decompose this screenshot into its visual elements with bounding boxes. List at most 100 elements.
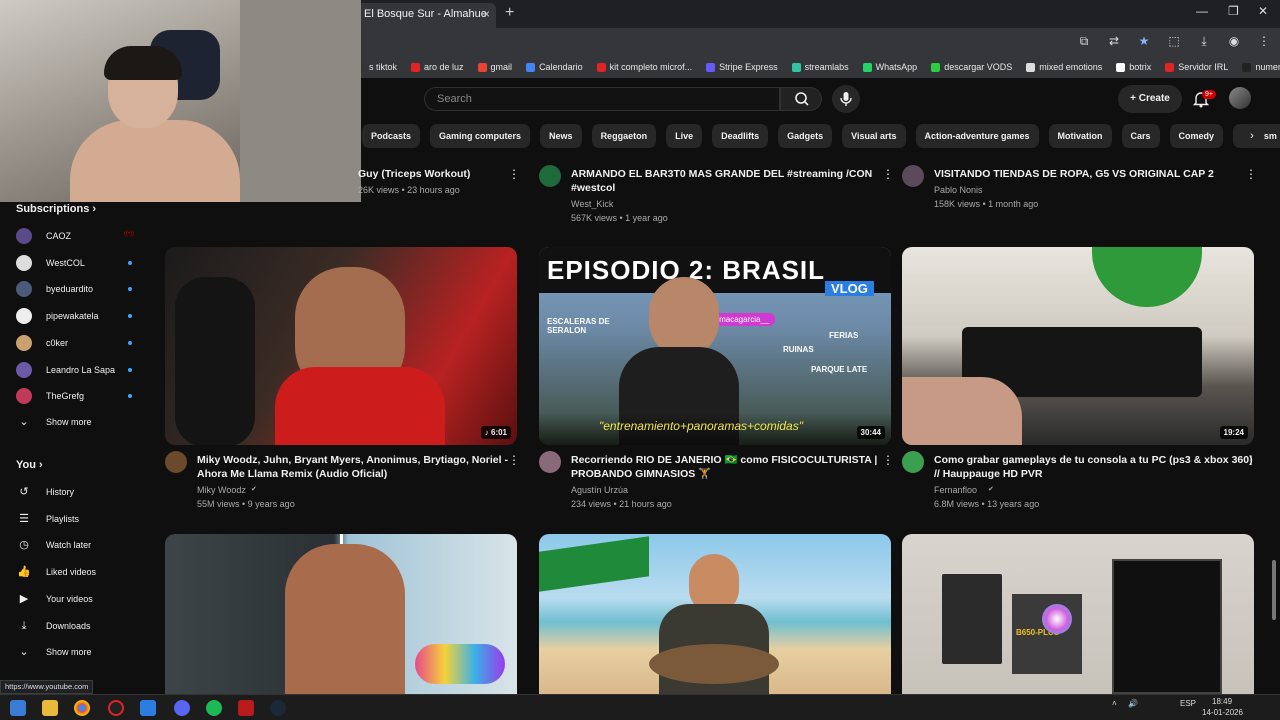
sidebar-item[interactable]: ☰ Playlists: [16, 509, 136, 529]
video-title[interactable]: Miky Woodz, Juhn, Bryant Myers, Anonimus…: [197, 453, 508, 467]
volume-icon[interactable]: 🔊: [1128, 699, 1138, 708]
you-header[interactable]: You ›: [16, 459, 43, 471]
language-indicator[interactable]: ESP: [1180, 699, 1196, 708]
translate-icon[interactable]: ⇄: [1106, 34, 1122, 50]
minimize-icon[interactable]: —: [1196, 4, 1208, 18]
chip[interactable]: Visual arts: [842, 124, 906, 148]
video-title-line-2[interactable]: // Hauppauge HD PVR: [934, 467, 1043, 481]
chip[interactable]: Cars: [1121, 124, 1160, 148]
video-title[interactable]: VISITANDO TIENDAS DE ROPA, G5 VS ORIGINA…: [934, 167, 1214, 181]
clock-date[interactable]: 14-01-2026: [1202, 708, 1243, 717]
page-scrollbar[interactable]: [1272, 560, 1276, 620]
subscription-item[interactable]: TheGrefg: [16, 386, 136, 406]
discord-icon[interactable]: [174, 700, 190, 716]
new-tab-button[interactable]: +: [505, 3, 514, 23]
channel-avatar[interactable]: [902, 165, 924, 187]
subscription-item[interactable]: CAOZ: [16, 226, 136, 246]
tab-close-icon[interactable]: ×: [483, 3, 490, 25]
bookmark-item[interactable]: WhatsApp: [862, 62, 917, 72]
download-icon[interactable]: ⤓: [1196, 34, 1212, 50]
channel-name[interactable]: Fernanfloo: [934, 483, 977, 497]
search-input[interactable]: Search: [424, 87, 780, 111]
channel-avatar[interactable]: [539, 451, 561, 473]
search-button[interactable]: [780, 87, 822, 111]
close-window-icon[interactable]: ✕: [1258, 4, 1268, 18]
more-actions-icon[interactable]: ⋮: [508, 453, 520, 467]
channel-avatar[interactable]: [165, 451, 187, 473]
sidebar-item[interactable]: ↺ History: [16, 482, 136, 502]
sidebar-item[interactable]: ⤓ Downloads: [16, 616, 136, 636]
channel-name[interactable]: Miky Woodz: [197, 483, 246, 497]
maximize-icon[interactable]: ❐: [1228, 4, 1239, 18]
video-title[interactable]: ARMANDO EL BAR3T0 MAS GRANDE DEL #stream…: [571, 167, 872, 181]
video-title[interactable]: Guy (Triceps Workout): [358, 167, 470, 181]
video-title-line-2[interactable]: Ahora Me Llama Remix (Audio Oficial): [197, 467, 387, 481]
bookmark-item[interactable]: gmail: [477, 62, 512, 72]
chip[interactable]: Motivation: [1048, 124, 1112, 148]
bookmark-item[interactable]: Servidor IRL: [1165, 62, 1228, 72]
subscription-item[interactable]: c0ker: [16, 333, 136, 353]
show-more-subscriptions[interactable]: ⌄ Show more: [16, 412, 136, 432]
chips-next-button[interactable]: ›: [1240, 124, 1264, 148]
account-avatar[interactable]: [1229, 87, 1251, 109]
bookmark-item[interactable]: aro de luz: [411, 62, 464, 72]
subscription-item[interactable]: WestCOL: [16, 253, 136, 273]
video-thumbnail[interactable]: ♪ 6:01: [165, 247, 517, 445]
spotify-icon[interactable]: [206, 700, 222, 716]
chip[interactable]: Live: [666, 124, 703, 148]
tray-chevron-icon[interactable]: ˄: [1112, 699, 1117, 708]
video-title[interactable]: Como grabar gameplays de tu consola a tu…: [934, 453, 1253, 467]
more-actions-icon[interactable]: ⋮: [1245, 167, 1257, 181]
bookmark-item[interactable]: kit completo microf...: [596, 62, 692, 72]
chip[interactable]: Action-adventure games: [915, 124, 1039, 148]
voice-search-button[interactable]: [832, 85, 860, 113]
profile-icon[interactable]: ◉: [1226, 34, 1242, 50]
channel-avatar[interactable]: [902, 451, 924, 473]
chip[interactable]: Gaming computers: [430, 124, 531, 148]
chip[interactable]: Deadlifts: [712, 124, 769, 148]
video-title[interactable]: Recorriendo RIO DE JANERIO 🇧🇷 como FISIC…: [571, 453, 877, 467]
browser-tab[interactable]: El Bosque Sur - Almahue ×: [356, 3, 496, 28]
extensions-icon[interactable]: ⬚: [1166, 34, 1182, 50]
bookmark-item[interactable]: numeris shoes: [1242, 62, 1280, 72]
video-thumbnail[interactable]: 19:24: [902, 247, 1254, 445]
bookmark-item[interactable]: streamlabs: [791, 62, 849, 72]
channel-name[interactable]: Pablo Nonis: [934, 183, 983, 197]
chip[interactable]: Comedy: [1169, 124, 1224, 148]
more-actions-icon[interactable]: ⋮: [1245, 453, 1257, 467]
bookmark-item[interactable]: Calendario: [526, 62, 583, 72]
sidebar-item[interactable]: 👍 Liked videos: [16, 562, 136, 582]
channel-name[interactable]: Agustín Urzúa: [571, 483, 628, 497]
chip[interactable]: Gadgets: [778, 124, 833, 148]
store-icon[interactable]: [140, 700, 156, 716]
bookmark-item[interactable]: botrix: [1116, 62, 1151, 72]
bookmark-item[interactable]: Stripe Express: [706, 62, 778, 72]
voicemeeter-icon[interactable]: [238, 700, 254, 716]
video-thumbnail[interactable]: B650-PLUS: [902, 534, 1254, 694]
subscription-item[interactable]: pipewakatela: [16, 306, 136, 326]
more-actions-icon[interactable]: ⋮: [882, 453, 894, 467]
file-explorer-icon[interactable]: [42, 700, 58, 716]
subscription-item[interactable]: byeduardito: [16, 279, 136, 299]
channel-avatar[interactable]: [539, 165, 561, 187]
more-actions-icon[interactable]: ⋮: [508, 167, 520, 181]
show-more-you[interactable]: ⌄ Show more: [16, 642, 136, 662]
bookmark-star-icon[interactable]: ★: [1136, 34, 1152, 50]
chip[interactable]: Podcasts: [362, 124, 421, 148]
channel-name[interactable]: West_Kick: [571, 197, 613, 211]
video-thumbnail[interactable]: [165, 534, 517, 694]
menu-icon[interactable]: ⋮: [1256, 34, 1272, 50]
obs-icon[interactable]: [108, 700, 124, 716]
subscriptions-header[interactable]: Subscriptions ›: [16, 203, 96, 215]
install-app-icon[interactable]: ⧉: [1076, 34, 1092, 50]
sidebar-item[interactable]: ▶ Your videos: [16, 589, 136, 609]
video-title-line-2[interactable]: #westcol: [571, 181, 615, 195]
create-button[interactable]: + Create: [1118, 85, 1182, 113]
sidebar-item[interactable]: ◷ Watch later: [16, 535, 136, 555]
windows-start-icon[interactable]: [10, 700, 26, 716]
subscription-item[interactable]: Leandro La Sapa: [16, 360, 136, 380]
bookmark-item[interactable]: s tiktok: [356, 62, 397, 72]
bookmark-item[interactable]: mixed emotions: [1026, 62, 1102, 72]
chrome-icon[interactable]: [74, 700, 90, 716]
steam-icon[interactable]: [270, 700, 286, 716]
